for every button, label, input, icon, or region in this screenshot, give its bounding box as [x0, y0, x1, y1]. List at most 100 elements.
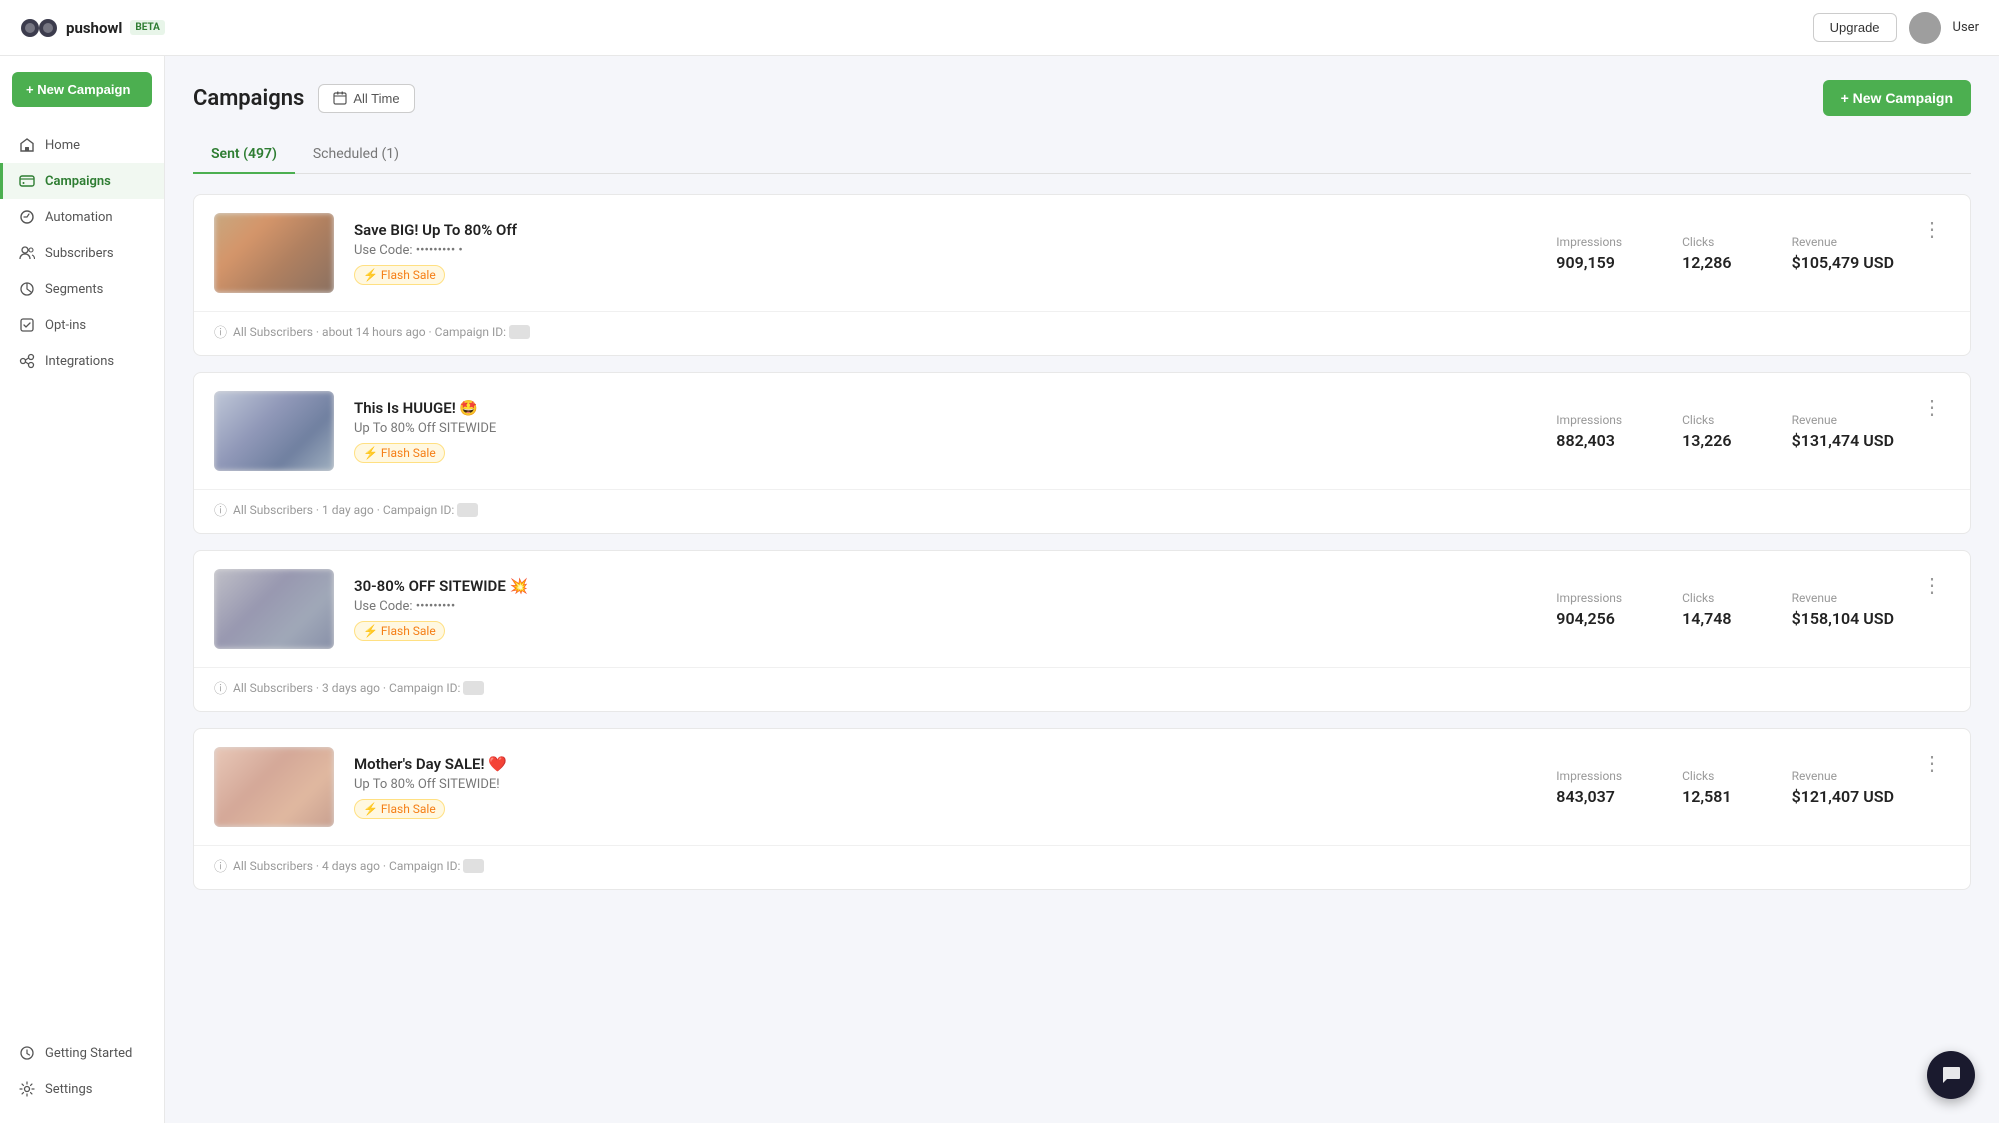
- campaign-tag: ⚡ Flash Sale: [354, 621, 445, 641]
- campaign-menu-button[interactable]: ⋮: [1914, 569, 1950, 602]
- user-name: User: [1953, 20, 1979, 35]
- info-icon: ⓘ: [214, 856, 227, 875]
- campaign-info: This Is HUUGE! 🤩 Up To 80% Off SITEWIDE …: [354, 399, 1536, 463]
- time-filter-button[interactable]: All Time: [318, 84, 414, 113]
- campaign-subtitle: Use Code: ••••••••• •: [354, 243, 1536, 258]
- sidebar-item-getting-started[interactable]: Getting Started: [0, 1035, 164, 1071]
- campaign-footer: ⓘ All Subscribers · 3 days ago · Campaig…: [194, 667, 1970, 711]
- campaign-footer-text: All Subscribers · 3 days ago · Campaign …: [233, 681, 484, 695]
- app-name: pushowl: [66, 19, 122, 37]
- revenue-label: Revenue: [1792, 769, 1894, 783]
- campaign-subtitle: Up To 80% Off SITEWIDE!: [354, 777, 1536, 792]
- campaign-tag: ⚡ Flash Sale: [354, 799, 445, 819]
- calendar-icon: [333, 91, 347, 105]
- campaign-thumbnail: [214, 391, 334, 471]
- campaign-id: [457, 503, 478, 517]
- sidebar-item-campaigns[interactable]: Campaigns: [0, 163, 164, 199]
- campaign-info: Save BIG! Up To 80% Off Use Code: ••••••…: [354, 221, 1536, 285]
- clicks-value: 14,748: [1682, 609, 1731, 628]
- campaign-menu-button[interactable]: ⋮: [1914, 213, 1950, 246]
- campaign-card: Mother's Day SALE! ❤️ Up To 80% Off SITE…: [193, 728, 1971, 890]
- sidebar-label-campaigns: Campaigns: [45, 174, 111, 189]
- impressions-value: 904,256: [1556, 609, 1622, 628]
- sidebar-item-integrations[interactable]: Integrations: [0, 343, 164, 379]
- sidebar-label-subscribers: Subscribers: [45, 246, 114, 261]
- campaign-id: [463, 681, 484, 695]
- revenue-value: $105,479 USD: [1792, 253, 1894, 272]
- page-header: Campaigns All Time + New Campaign: [193, 80, 1971, 116]
- main-nav: Home Campaigns Automation: [0, 127, 164, 379]
- campaigns-icon: [19, 173, 35, 189]
- pushowl-logo-icon: [20, 14, 58, 42]
- sidebar-label-getting-started: Getting Started: [45, 1046, 132, 1061]
- campaign-footer: ⓘ All Subscribers · 4 days ago · Campaig…: [194, 845, 1970, 889]
- sidebar: + New Campaign Home Campaigns: [0, 56, 165, 1123]
- campaign-subtitle: Up To 80% Off SITEWIDE: [354, 421, 1536, 436]
- campaign-title: This Is HUUGE! 🤩: [354, 399, 1536, 417]
- campaign-tag: ⚡ Flash Sale: [354, 443, 445, 463]
- sidebar-item-subscribers[interactable]: Subscribers: [0, 235, 164, 271]
- topbar-right: Upgrade User: [1813, 12, 1979, 44]
- campaign-title: Mother's Day SALE! ❤️: [354, 755, 1536, 773]
- campaign-tag: ⚡ Flash Sale: [354, 265, 445, 285]
- layout: + New Campaign Home Campaigns: [0, 56, 1999, 1123]
- campaign-title: 30-80% OFF SITEWIDE 💥: [354, 577, 1536, 595]
- sidebar-item-optins[interactable]: Opt-ins: [0, 307, 164, 343]
- campaign-subtitle: Use Code: •••••••••: [354, 599, 1536, 614]
- campaign-stats: Impressions 882,403 Clicks 13,226 Revenu…: [1556, 413, 1894, 450]
- sidebar-item-segments[interactable]: Segments: [0, 271, 164, 307]
- sidebar-label-optins: Opt-ins: [45, 318, 86, 333]
- tab-sent[interactable]: Sent (497): [193, 136, 295, 174]
- clicks-label: Clicks: [1682, 769, 1731, 783]
- sidebar-item-home[interactable]: Home: [0, 127, 164, 163]
- subscribers-icon: [19, 245, 35, 261]
- sidebar-label-integrations: Integrations: [45, 354, 114, 369]
- thumbnail-image: [214, 213, 334, 293]
- campaign-footer: ⓘ All Subscribers · 1 day ago · Campaign…: [194, 489, 1970, 533]
- thumbnail-image: [214, 391, 334, 471]
- optins-icon: [19, 317, 35, 333]
- revenue-value: $158,104 USD: [1792, 609, 1894, 628]
- campaign-stats: Impressions 843,037 Clicks 12,581 Revenu…: [1556, 769, 1894, 806]
- campaign-card-main: This Is HUUGE! 🤩 Up To 80% Off SITEWIDE …: [194, 373, 1970, 489]
- campaign-menu-button[interactable]: ⋮: [1914, 747, 1950, 780]
- thumbnail-image: [214, 747, 334, 827]
- campaigns-list: Save BIG! Up To 80% Off Use Code: ••••••…: [193, 194, 1971, 890]
- avatar-image: [1909, 12, 1941, 44]
- revenue-value: $131,474 USD: [1792, 431, 1894, 450]
- avatar[interactable]: [1909, 12, 1941, 44]
- revenue-stat: Revenue $105,479 USD: [1792, 235, 1894, 272]
- getting-started-icon: [19, 1045, 35, 1061]
- clicks-value: 13,226: [1682, 431, 1731, 450]
- new-campaign-header-button[interactable]: + New Campaign: [1823, 80, 1971, 116]
- impressions-stat: Impressions 904,256: [1556, 591, 1622, 628]
- page-header-left: Campaigns All Time: [193, 84, 415, 113]
- thumbnail-image: [214, 569, 334, 649]
- clicks-stat: Clicks 14,748: [1682, 591, 1731, 628]
- automation-icon: [19, 209, 35, 225]
- new-campaign-sidebar-button[interactable]: + New Campaign: [12, 72, 152, 107]
- clicks-value: 12,581: [1682, 787, 1731, 806]
- clicks-stat: Clicks 12,581: [1682, 769, 1731, 806]
- impressions-stat: Impressions 843,037: [1556, 769, 1622, 806]
- campaign-id: [463, 859, 484, 873]
- impressions-label: Impressions: [1556, 235, 1622, 249]
- tab-scheduled[interactable]: Scheduled (1): [295, 136, 417, 174]
- impressions-value: 909,159: [1556, 253, 1622, 272]
- chat-bubble-button[interactable]: [1927, 1051, 1975, 1099]
- impressions-label: Impressions: [1556, 591, 1622, 605]
- campaign-thumbnail: [214, 747, 334, 827]
- campaign-footer: ⓘ All Subscribers · about 14 hours ago ·…: [194, 311, 1970, 355]
- integrations-icon: [19, 353, 35, 369]
- campaign-footer-text: All Subscribers · about 14 hours ago · C…: [233, 325, 530, 339]
- sidebar-label-segments: Segments: [45, 282, 103, 297]
- info-icon: ⓘ: [214, 322, 227, 341]
- tabs-container: Sent (497) Scheduled (1): [193, 136, 1971, 174]
- sidebar-item-automation[interactable]: Automation: [0, 199, 164, 235]
- beta-badge: BETA: [130, 20, 165, 35]
- topbar: pushowl BETA Upgrade User: [0, 0, 1999, 56]
- upgrade-button[interactable]: Upgrade: [1813, 13, 1897, 42]
- campaign-thumbnail: [214, 213, 334, 293]
- campaign-menu-button[interactable]: ⋮: [1914, 391, 1950, 424]
- sidebar-item-settings[interactable]: Settings: [0, 1071, 164, 1107]
